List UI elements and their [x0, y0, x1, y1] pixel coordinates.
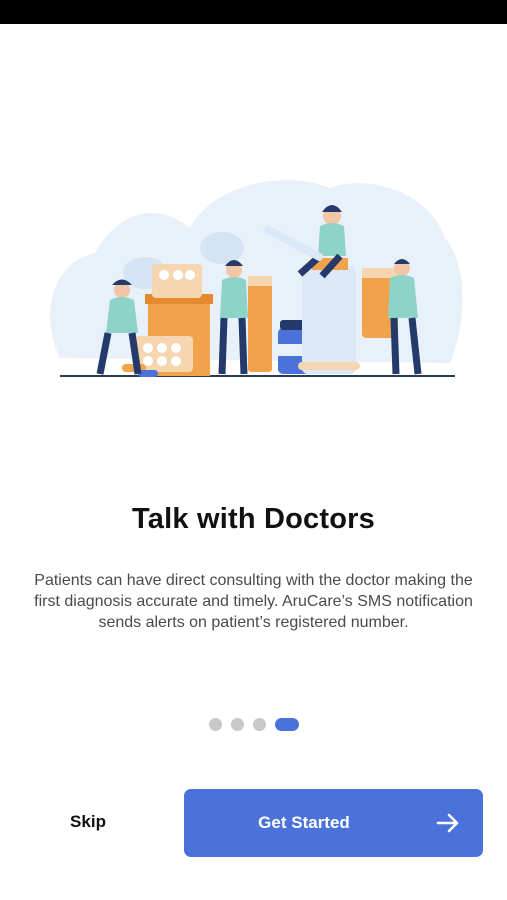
- page-dot[interactable]: [252, 717, 266, 731]
- get-started-button[interactable]: Get Started: [184, 789, 483, 857]
- page-indicator: [0, 717, 507, 731]
- arrow-right-icon: [436, 813, 459, 833]
- page-dot[interactable]: [230, 717, 244, 731]
- page-dot-active[interactable]: [274, 717, 299, 731]
- status-bar: [0, 0, 507, 24]
- page-dot[interactable]: [208, 717, 222, 731]
- skip-button[interactable]: Skip: [58, 808, 118, 836]
- get-started-label: Get Started: [258, 813, 350, 832]
- page-description: Patients can have direct consulting with…: [34, 572, 473, 631]
- doctors-illustration: [50, 180, 463, 377]
- page-title: Talk with Doctors: [132, 503, 375, 535]
